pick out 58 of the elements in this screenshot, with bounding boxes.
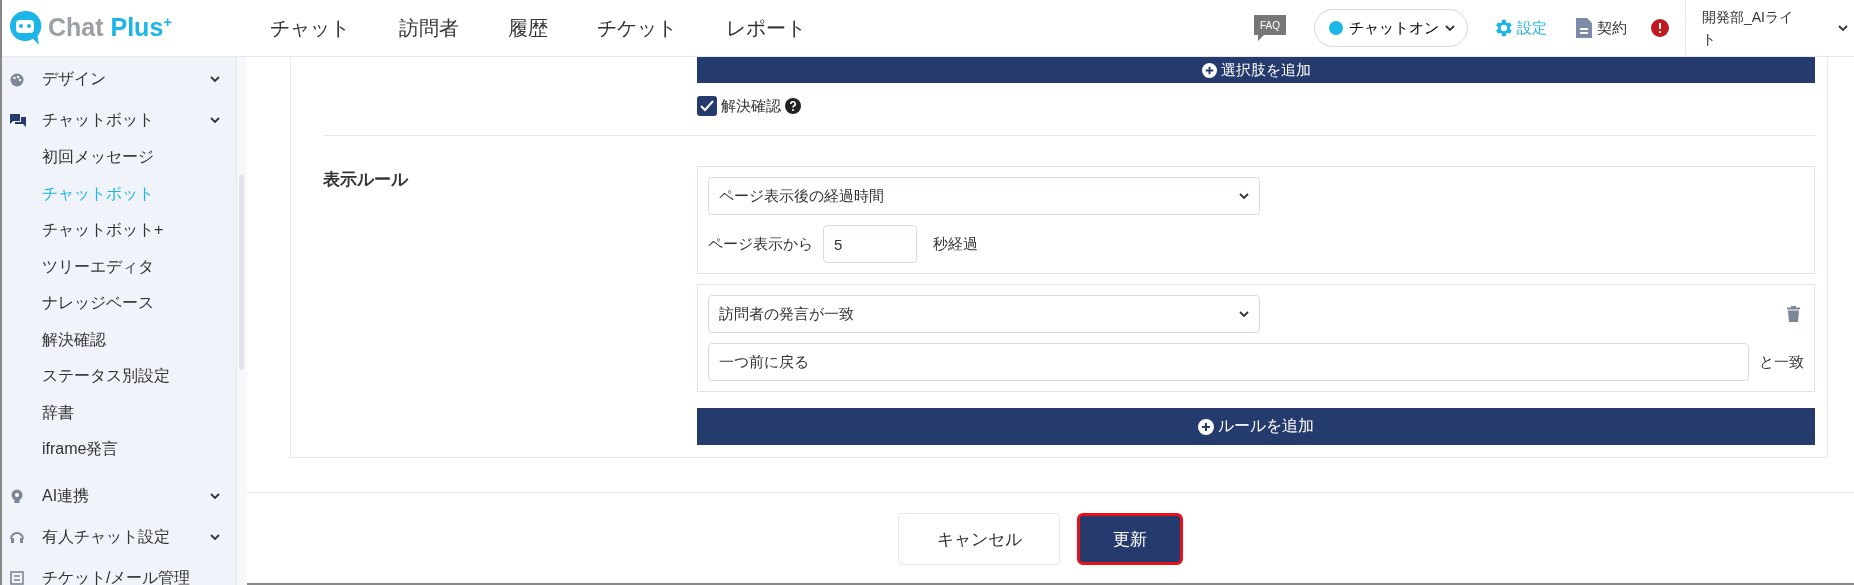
condition-select[interactable]: ページ表示後の経過時間: [708, 177, 1260, 215]
status-dropdown[interactable]: チャットオン: [1314, 9, 1468, 47]
document-icon: [1575, 17, 1593, 39]
chevron-down-icon: [1239, 192, 1249, 200]
sidebar-item[interactable]: ツリーエディタ: [2, 248, 236, 285]
condition-select[interactable]: 訪問者の発言が一致: [708, 295, 1260, 333]
field-label: ページ表示から: [708, 234, 813, 254]
update-button[interactable]: 更新: [1077, 513, 1183, 565]
alert-icon[interactable]: [1651, 19, 1669, 37]
list-icon: [10, 571, 24, 585]
bulb-icon: [10, 489, 24, 503]
sidebar-group[interactable]: AI連携: [2, 477, 236, 515]
help-icon[interactable]: [785, 98, 801, 114]
section-label: 表示ルール: [323, 169, 410, 191]
headset-icon: [10, 530, 24, 544]
nav-link[interactable]: 履歴: [508, 14, 573, 42]
sidebar-group[interactable]: チャットボット: [2, 102, 236, 139]
faq-icon[interactable]: FAQ: [1252, 13, 1288, 43]
plus-circle-icon: [1201, 62, 1217, 78]
sidebar-item[interactable]: ナレッジベース: [2, 285, 236, 322]
sidebar-item[interactable]: 初回メッセージ: [2, 139, 236, 176]
chevron-down-icon: [210, 533, 220, 541]
scrollbar[interactable]: [236, 57, 247, 585]
sidebar-item[interactable]: 解決確認: [2, 321, 236, 358]
sidebar-group[interactable]: 有人チャット設定: [2, 518, 236, 556]
text-field[interactable]: 一つ前に戻る: [708, 343, 1749, 381]
sidebar-group[interactable]: デザイン: [2, 61, 236, 98]
logo-icon: [8, 9, 42, 47]
seconds-field[interactable]: 5: [823, 225, 917, 263]
cancel-button[interactable]: キャンセル: [898, 513, 1060, 565]
sidebar-item[interactable]: iframe発言: [2, 431, 236, 468]
chevron-down-icon: [1838, 24, 1848, 32]
sidebar-item[interactable]: ステータス別設定: [2, 358, 236, 395]
chevron-down-icon: [1239, 310, 1249, 318]
sidebar-group[interactable]: チケット/メール管理: [2, 559, 236, 585]
user-name[interactable]: 開発部_AIライト: [1702, 6, 1802, 50]
contract-link[interactable]: 契約: [1575, 17, 1627, 39]
field-label: 秒経過: [933, 234, 978, 254]
checkbox-label: 解決確認: [721, 96, 781, 116]
palette-icon: [10, 72, 24, 87]
chevron-down-icon: [210, 492, 220, 500]
add-choice-button[interactable]: 選択肢を追加: [697, 57, 1815, 83]
nav-link[interactable]: チャット: [270, 14, 375, 42]
plus-circle-icon: [1198, 418, 1214, 435]
nav-link[interactable]: レポート: [726, 14, 831, 42]
add-rule-button[interactable]: ルールを追加: [697, 408, 1815, 445]
trash-icon[interactable]: [1787, 306, 1800, 322]
chevron-down-icon: [210, 76, 220, 83]
logo-text: Chat Plus$^{+}$: [48, 13, 173, 43]
nav-link[interactable]: 訪問者: [399, 14, 484, 42]
field-label: と一致: [1759, 352, 1804, 372]
sidebar-item[interactable]: 辞書: [2, 394, 236, 431]
sidebar-item[interactable]: チャットボット+: [2, 212, 236, 249]
nav-link[interactable]: チケット: [597, 14, 702, 42]
chevron-down-icon: [1445, 24, 1455, 32]
chat-icon: [10, 113, 26, 128]
checkbox[interactable]: [697, 96, 717, 116]
chevron-down-icon: [210, 117, 220, 124]
